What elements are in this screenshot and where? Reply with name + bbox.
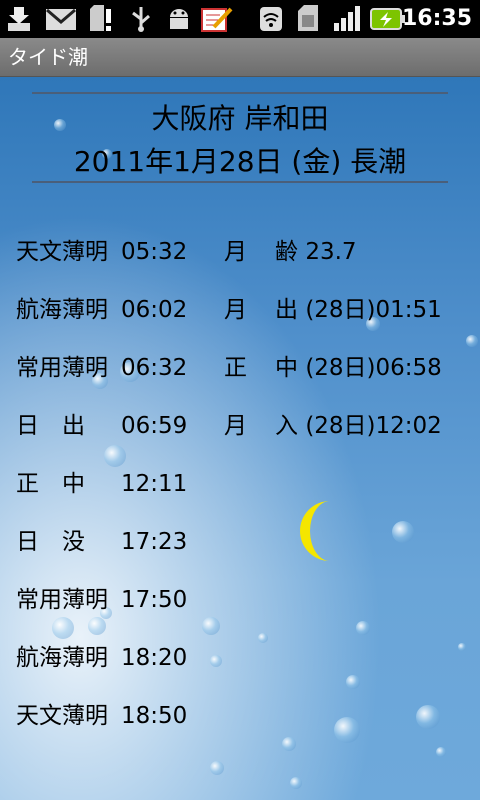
bubble-decoration (104, 445, 126, 467)
moon-info-value: 23.7 (305, 239, 357, 265)
bubble-decoration (416, 705, 440, 729)
moon-info-value: (28日)06:58 (305, 355, 442, 381)
header-rule-bottom (32, 181, 448, 183)
sun-time-label: 日 出 (16, 413, 85, 439)
sun-time-label: 常用薄明 (16, 355, 108, 381)
bubble-decoration (334, 717, 360, 743)
moon-info-value: (28日)01:51 (305, 297, 442, 323)
bubble-decoration (392, 521, 414, 543)
bubble-decoration (258, 633, 268, 643)
usb-icon (132, 7, 150, 32)
date-line: 2011年1月28日 (金) 長潮 (73, 145, 407, 178)
sun-time-value: 18:20 (121, 645, 188, 671)
bubble-decoration (356, 621, 370, 635)
moon-info-label2: 齢 23.7 (275, 239, 357, 265)
bubble-decoration (466, 335, 478, 347)
tide-content: 大阪府 岸和田 2011年1月28日 (金) 長潮 天文薄明 05:32 航海薄… (0, 77, 480, 800)
bubble-decoration (88, 617, 106, 635)
gmail-icon (46, 8, 76, 30)
sd-card-alert-icon (90, 5, 111, 31)
bubble-decoration (290, 777, 302, 789)
bubble-decoration (458, 643, 466, 651)
download-icon (8, 7, 30, 31)
moon-info-label2: 出 (28日)01:51 (275, 297, 442, 323)
sun-time-value: 06:32 (121, 355, 188, 381)
moon-info-label: 月 (224, 239, 247, 265)
moon-info-label2: 入 (28日)12:02 (275, 413, 442, 439)
sun-time-value: 17:23 (121, 529, 188, 555)
bubble-decoration (346, 675, 360, 689)
bubble-decoration (436, 747, 446, 757)
battery-charging-icon (370, 8, 405, 30)
bubble-decoration (210, 761, 224, 775)
bubble-decoration (210, 655, 222, 667)
status-bar: 16:35 (0, 0, 480, 38)
moon-info-label: 月 (224, 413, 247, 439)
edit-icon (201, 7, 233, 32)
bubble-decoration (282, 737, 296, 751)
header-rule-top (32, 92, 448, 94)
sun-time-label: 天文薄明 (16, 703, 108, 729)
signal-icon (334, 6, 360, 31)
sun-time-label: 航海薄明 (16, 645, 108, 671)
sun-time-value: 12:11 (121, 471, 188, 497)
moon-info-label: 月 (224, 297, 247, 323)
bubble-decoration (52, 617, 74, 639)
wifi-icon (260, 7, 282, 31)
sun-time-value: 17:50 (121, 587, 188, 613)
moon-crescent-shape (300, 501, 330, 561)
moon-info-value: (28日)12:02 (305, 413, 442, 439)
sun-time-value: 18:50 (121, 703, 188, 729)
clock: 16:35 (401, 6, 472, 31)
moon-phase-icon (300, 501, 330, 561)
location-title: 大阪府 岸和田 (151, 102, 329, 135)
app-title: タイド潮 (8, 45, 88, 69)
moon-info-label2: 中 (28日)06:58 (275, 355, 442, 381)
android-debug-icon (170, 9, 188, 29)
sun-time-value: 06:59 (121, 413, 188, 439)
moon-info-label: 正 (224, 355, 247, 381)
sun-time-label: 航海薄明 (16, 297, 108, 323)
title-bar: タイド潮 (0, 38, 480, 77)
sun-time-value: 06:02 (121, 297, 188, 323)
sun-time-label: 正 中 (16, 471, 85, 497)
sun-time-value: 05:32 (121, 239, 188, 265)
sun-time-label: 天文薄明 (16, 239, 108, 265)
bubble-decoration (202, 617, 220, 635)
sun-time-label: 日 没 (16, 529, 85, 555)
sim-icon (298, 5, 318, 31)
sun-time-label: 常用薄明 (16, 587, 108, 613)
